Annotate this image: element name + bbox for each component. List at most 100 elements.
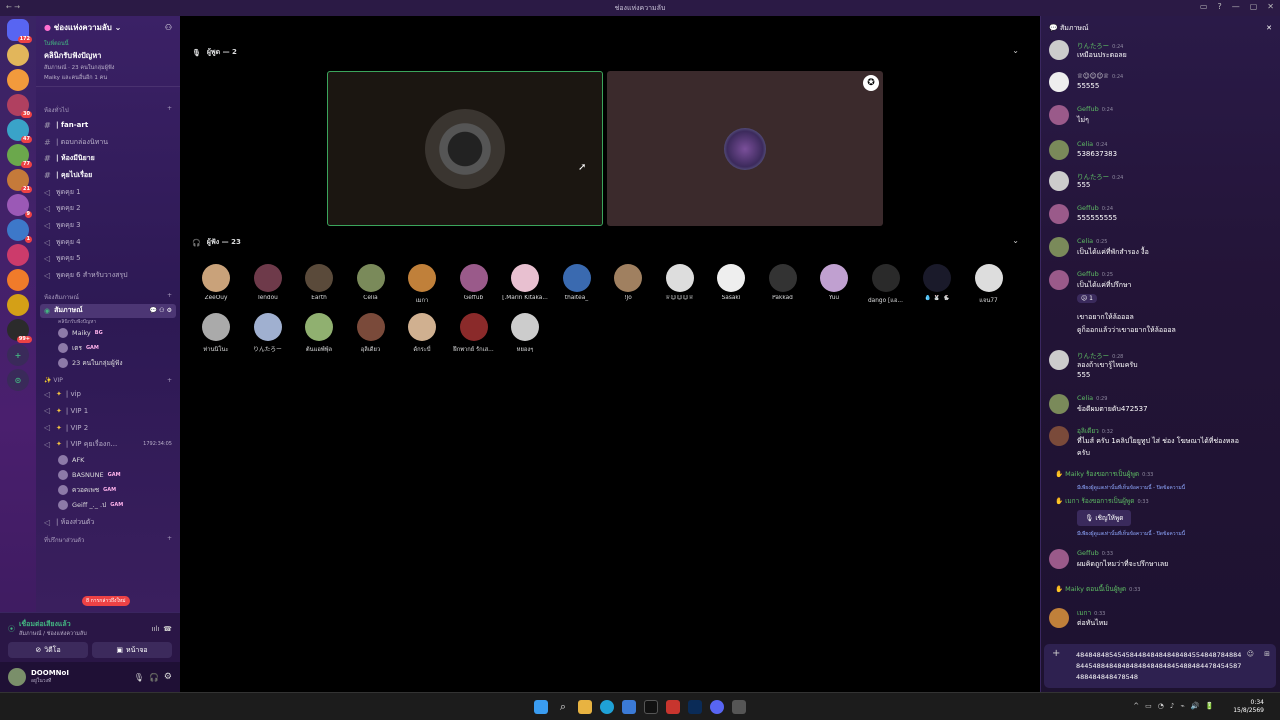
file-explorer-icon[interactable] — [578, 700, 592, 714]
tray-icons[interactable]: ^▭◔♪⌁🔊🔋 — [1133, 702, 1220, 710]
app-icon[interactable] — [666, 700, 680, 714]
voice-channel[interactable]: ◁ พูดคุย 4 — [36, 234, 180, 251]
message-author[interactable]: เมกา — [1077, 609, 1091, 617]
listener[interactable]: !Jo — [602, 264, 654, 301]
voice-channel[interactable]: ◁ พูดคุย 1 — [36, 184, 180, 201]
help-icon[interactable]: ? — [1217, 2, 1221, 11]
voice-channel[interactable]: ◁ พูดคุย 6 สำหรับวางสรุป — [36, 267, 180, 284]
server-icon[interactable]: 77 — [7, 144, 32, 168]
listener[interactable]: Pakkad — [757, 264, 809, 301]
message-author[interactable]: Celia — [1077, 237, 1093, 245]
listener[interactable]: Yuu — [808, 264, 860, 301]
listener[interactable]: Sasaki — [705, 264, 757, 301]
chat-message[interactable]: Celia 0:24 538637383 — [1049, 140, 1275, 170]
voice-user[interactable]: 23 คนในกลุ่มผู้ฟัง — [36, 356, 180, 371]
listener[interactable]: Geffub — [448, 264, 500, 301]
category-interview[interactable]: ห้องสัมภาษณ์ + — [36, 288, 180, 304]
server-icon[interactable]: 172 — [7, 19, 32, 43]
category-general[interactable]: ห้องทั่วไป + — [36, 101, 180, 117]
listener[interactable]: thaitea_ — [551, 264, 603, 301]
speaker-tile[interactable]: ✪ — [607, 71, 883, 226]
avatar[interactable] — [1049, 426, 1069, 446]
chat-message[interactable]: Celia 0:25 เป็นได้แค่ที่พักสำรอง งื้อ — [1049, 237, 1275, 267]
server-icon[interactable] — [7, 244, 29, 266]
speaker-tile[interactable] — [327, 71, 603, 226]
discord-icon[interactable] — [710, 700, 724, 714]
channel-interview[interactable]: ◉ สัมภาษณ์ 💬 ⚇ ⚙ — [40, 303, 176, 318]
listener[interactable]: ท่านนิโนะ — [190, 313, 242, 354]
message-author[interactable]: อุลิเดียว — [1077, 427, 1099, 435]
voice-channel[interactable]: ◁ ✦ | VIP คุยเรื่องก... 1792:34:05 — [36, 436, 180, 453]
listener[interactable]: りんたろー — [242, 313, 294, 353]
screen-share-button[interactable]: ▣ หน้าจอ — [92, 642, 172, 658]
voice-channel[interactable]: ◁ พูดคุย 5 — [36, 251, 180, 268]
emoji-icon[interactable]: ☺ — [1247, 650, 1254, 658]
voice-user[interactable]: AFK — [36, 453, 180, 468]
close-button[interactable]: ✕ — [1267, 2, 1274, 11]
guild-header[interactable]: ● ช่องแห่งความลับ ⌄ ⚇ — [36, 16, 180, 38]
message-author[interactable]: Celia — [1077, 394, 1093, 402]
listener[interactable]: [.Marin Kitaka... — [499, 264, 551, 301]
server-icon[interactable] — [7, 294, 29, 316]
voice-channel[interactable]: ◁ ✦ | VIP 1 — [36, 403, 180, 420]
add-icon[interactable]: + — [1052, 648, 1060, 659]
server-icon[interactable]: 9 — [7, 194, 32, 218]
voice-channel[interactable]: ◁ พูดคุย 3 — [36, 217, 180, 234]
message-author[interactable]: Geffub — [1077, 270, 1099, 278]
message-author[interactable]: Geffub — [1077, 549, 1099, 557]
message-author[interactable]: りんたろー — [1077, 173, 1109, 181]
reaction[interactable]: 😕 1 — [1077, 294, 1097, 303]
text-channel[interactable]: # | ตอบกล่องนิทาน — [36, 134, 180, 151]
new-mentions-pill[interactable]: 8 การกล่าวถึงใหม่ — [82, 596, 130, 606]
avatar[interactable] — [1049, 394, 1069, 414]
chat-message[interactable]: りんたろー 0:24 555 — [1049, 171, 1275, 201]
avatar[interactable] — [1049, 105, 1069, 125]
tiktok-icon[interactable] — [644, 700, 658, 714]
server-icon[interactable]: 30 — [7, 94, 32, 118]
windows-start-icon[interactable] — [534, 700, 548, 714]
close-icon[interactable]: ✕ — [1266, 24, 1272, 32]
listener[interactable]: ต้นแอพ์พ์ุล — [293, 313, 345, 354]
message-author[interactable]: りんたろー — [1077, 42, 1109, 50]
settings-gear-icon[interactable]: ⚙ — [164, 672, 172, 682]
chat-message[interactable]: Celia 0:29 ข้อดีผมตายดับ472537 — [1049, 394, 1275, 424]
text-channel[interactable]: # | ห้องมีนิยาย — [36, 150, 180, 167]
system-note[interactable]: มีเพียงผู้ดูแลเท่านั้นที่เห็นข้อความนี้ … — [1077, 530, 1280, 538]
voice-user[interactable]: ควอคเพช GAM — [36, 483, 180, 498]
avatar[interactable] — [1049, 549, 1069, 569]
chat-message[interactable]: Geffub 0:33 ผมคิดถูกไหมว่าที่จะปรึกษาเลย — [1049, 549, 1275, 579]
listener[interactable]: Earth — [293, 264, 345, 301]
voice-location[interactable]: สัมภาษณ์ / ช่องแห่งความลับ — [19, 630, 87, 638]
text-channel[interactable]: # | fan-art — [36, 117, 180, 134]
avatar[interactable] — [8, 668, 26, 686]
chevron-down-icon[interactable]: ⌄ — [1012, 46, 1019, 55]
add-server-icon[interactable]: + — [7, 344, 29, 366]
server-icon[interactable]: 47 — [7, 119, 32, 143]
server-icon[interactable] — [7, 69, 29, 91]
chat-message[interactable]: Geffub 0:24 ไม่ๆ — [1049, 105, 1275, 135]
event-card[interactable]: ในพี่ตอนนี้ คลินิกรับฟังปัญหา สัมภาษณ์ ·… — [36, 38, 180, 87]
app-icon[interactable] — [732, 700, 746, 714]
search-icon[interactable]: ⌕ — [556, 700, 570, 714]
avatar[interactable] — [1049, 204, 1069, 224]
chat-message[interactable]: Geffub 0:24 555555555 — [1049, 204, 1275, 234]
listener[interactable]: ฝึกพากย์ รักเส... — [448, 313, 500, 354]
avatar[interactable] — [1049, 72, 1069, 92]
maximize-button[interactable]: ▢ — [1250, 2, 1258, 11]
chevron-down-icon[interactable]: ⌄ — [1012, 236, 1019, 245]
chat-message[interactable]: りんたろー 0:24 เหมือนประตอลย — [1049, 40, 1275, 70]
noise-icon[interactable]: ıılı — [151, 625, 159, 633]
avatar[interactable] — [1049, 237, 1069, 257]
voice-user[interactable]: BASNUNE GAM — [36, 468, 180, 483]
headphones-icon[interactable]: 🎧 — [149, 673, 159, 682]
store-icon[interactable] — [622, 700, 636, 714]
listener[interactable]: หยองๆ — [499, 313, 551, 354]
voice-user[interactable]: Geiff _._ .ป GAM — [36, 498, 180, 513]
avatar[interactable] — [1049, 140, 1069, 160]
listener[interactable]: แจน77 — [963, 264, 1015, 305]
listener[interactable]: Celia — [345, 264, 397, 301]
voice-channel[interactable]: ◁ ✦ | VIP 2 — [36, 419, 180, 436]
minimize-button[interactable]: — — [1232, 2, 1240, 11]
voice-channel[interactable]: ◁ | ห้องส่วนตัว — [36, 515, 180, 532]
message-author[interactable]: Geffub — [1077, 105, 1099, 113]
